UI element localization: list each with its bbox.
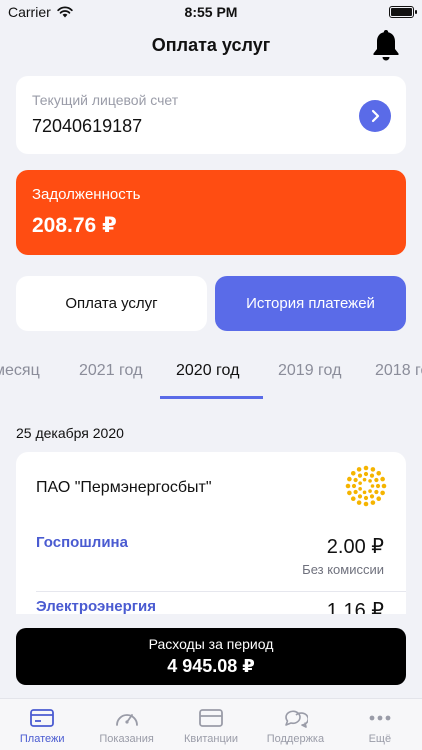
status-left: Carrier <box>8 4 73 20</box>
active-tab-indicator <box>160 396 263 399</box>
tabbar-label: Ещё <box>368 733 392 745</box>
account-number: 72040619187 <box>32 116 143 136</box>
account-label: Текущий лицевой счет <box>32 92 179 108</box>
account-card[interactable]: Текущий лицевой счет 72040619187 <box>16 76 406 154</box>
card-icon <box>30 709 55 727</box>
tab-2018[interactable]: 2018 год <box>375 362 422 380</box>
history-button[interactable]: История платежей <box>215 276 406 331</box>
item-name-fee: Госпошлина <box>36 534 128 551</box>
item-name-electricity: Электроэнергия <box>36 598 157 614</box>
payment-date: 25 декабря 2020 <box>16 425 124 441</box>
tabbar-support[interactable]: Поддержка <box>253 699 337 750</box>
gauge-icon <box>115 714 138 726</box>
tab-2021[interactable]: 2021 год <box>79 362 142 380</box>
tabbar-label: Показания <box>99 733 154 745</box>
divider <box>36 591 406 592</box>
total-bar: Расходы за период 4 945.08 ₽ <box>16 628 406 685</box>
carrier-label: Carrier <box>8 4 51 20</box>
bottom-tab-bar: Платежи Показания Квитанции Поддержка Ещ… <box>0 698 422 750</box>
tabbar-more[interactable]: Ещё <box>338 699 422 750</box>
item-amount-fee: 2.00 ₽ <box>326 536 384 558</box>
debt-value: 208.76 ₽ <box>32 214 117 237</box>
tabbar-label: Квитанции <box>183 733 239 745</box>
header: Оплата услуг <box>0 24 422 66</box>
battery-icon <box>389 6 417 18</box>
bell-icon[interactable] <box>372 28 400 62</box>
tab-2019[interactable]: 2019 год <box>278 362 341 380</box>
tabbar-payments[interactable]: Платежи <box>0 699 84 750</box>
page-title: Оплата услуг <box>151 34 271 55</box>
account-arrow-button[interactable] <box>359 100 391 132</box>
receipt-icon <box>199 709 223 727</box>
tab-month[interactable]: месяц <box>0 362 40 380</box>
chevron-right-icon <box>371 109 380 123</box>
debt-card[interactable]: Задолженность 208.76 ₽ <box>16 170 406 255</box>
tabbar-label: Платежи <box>19 733 65 745</box>
period-tabs: месяц 2021 год 2020 год 2019 год 2018 го… <box>0 348 422 400</box>
services-button[interactable]: Оплата услуг <box>16 276 207 331</box>
total-label: Расходы за период <box>148 636 274 652</box>
debt-label: Задолженность <box>32 186 141 203</box>
item-amount-electricity: 1.16 ₽ <box>326 600 384 614</box>
tabbar-receipts[interactable]: Квитанции <box>169 699 253 750</box>
tabbar-label: Поддержка <box>266 733 325 745</box>
more-dots-icon <box>369 715 391 721</box>
status-bar: Carrier 8:55 PM <box>0 0 422 24</box>
tab-2020[interactable]: 2020 год <box>176 362 239 380</box>
total-value: 4 945.08 ₽ <box>167 656 255 676</box>
payment-card[interactable]: ПАО "Пермэнергосбыт" Госпошлина 2.00 ₽ Б… <box>16 452 406 614</box>
item-note-fee: Без комиссии <box>302 562 384 577</box>
tabbar-readings[interactable]: Показания <box>84 699 168 750</box>
chat-icon <box>285 710 309 728</box>
sun-logo-icon <box>345 465 387 507</box>
wifi-icon <box>57 6 73 18</box>
provider-name: ПАО "Пермэнергосбыт" <box>36 479 212 496</box>
